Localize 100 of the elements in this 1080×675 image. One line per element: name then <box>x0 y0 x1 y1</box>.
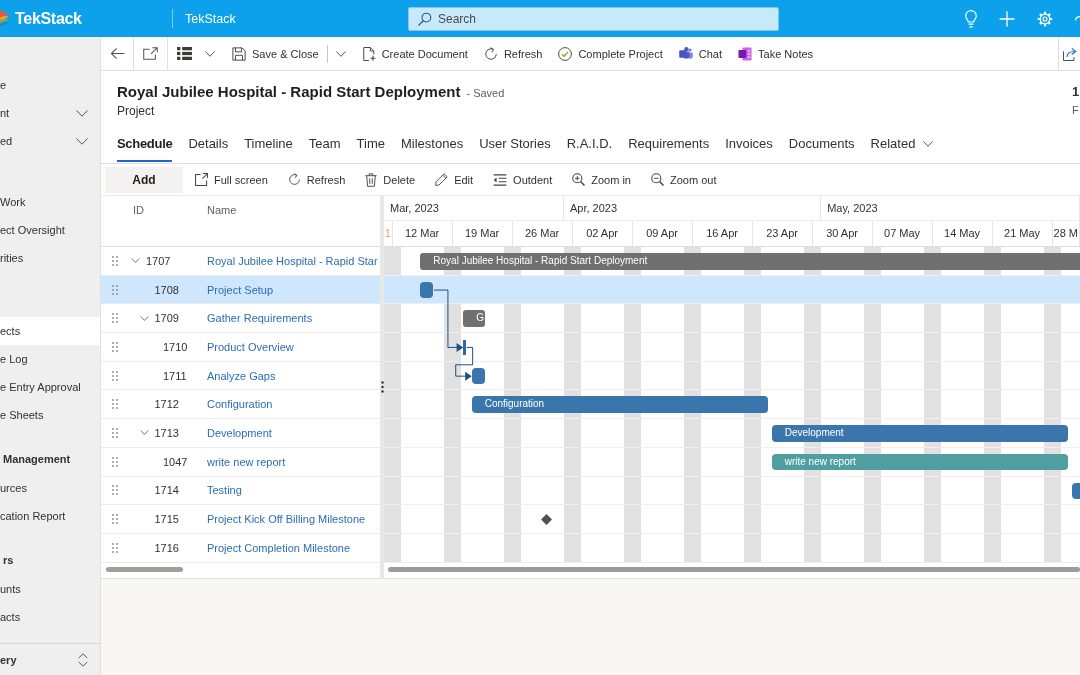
task-bar[interactable] <box>420 281 434 299</box>
nav-item[interactable]: ects <box>0 317 100 345</box>
refresh-button[interactable]: Refresh <box>475 37 551 70</box>
tab[interactable]: R.A.I.D. <box>566 125 613 162</box>
nav-item[interactable]: urces <box>0 474 100 502</box>
scrollbar-thumb[interactable] <box>106 566 183 572</box>
nav-item[interactable]: ed <box>0 127 100 155</box>
chevron-down-icon[interactable] <box>139 315 149 321</box>
zero-duration-bar[interactable] <box>463 339 467 356</box>
nav-item[interactable]: unts <box>0 575 100 603</box>
task-row[interactable]: 1707 Royal Jubilee Hospital - Rapid Star <box>101 247 380 276</box>
task-row[interactable]: 1715 Project Kick Off Billing Milestone <box>101 505 380 534</box>
complete-project-button[interactable]: Complete Project <box>550 37 671 70</box>
task-bar[interactable] <box>471 367 485 385</box>
search-field[interactable]: Search <box>408 6 779 31</box>
task-row[interactable]: 1713 Development <box>101 419 380 448</box>
task-row[interactable]: 1708 Project Setup <box>101 275 380 305</box>
related-menu-tab[interactable]: Related <box>870 125 934 162</box>
task-name-link[interactable]: write new report <box>207 455 286 468</box>
chevron-down-icon[interactable] <box>131 258 140 264</box>
task-name-link[interactable]: Development <box>207 426 272 439</box>
zoom-out-button[interactable]: Zoom out <box>651 173 717 186</box>
timeline-row[interactable]: Royal Jubilee Hospital - Rapid Start Deployment <box>384 247 1080 276</box>
tab[interactable]: Milestones <box>401 125 464 162</box>
settings-icon[interactable] <box>1037 10 1053 27</box>
lightbulb-icon[interactable] <box>965 9 977 28</box>
full-screen-button[interactable]: Full screen <box>195 173 268 186</box>
column-header[interactable]: Name <box>207 203 237 217</box>
tab[interactable]: Requirements <box>628 125 710 162</box>
task-name-link[interactable]: Project Kick Off Billing Milestone <box>207 513 366 526</box>
column-header[interactable]: ID <box>133 203 207 217</box>
tab[interactable]: Timeline <box>244 125 293 162</box>
area-switcher-button[interactable]: ery <box>0 644 100 675</box>
task-row[interactable]: 1716 Project Completion Milestone <box>101 533 380 563</box>
milestone-diamond-icon[interactable] <box>541 514 553 526</box>
share-button[interactable] <box>1058 37 1080 70</box>
create-document-button[interactable]: Create Document <box>353 37 476 70</box>
tab[interactable]: Schedule <box>117 125 173 162</box>
outdent-button[interactable]: Outdent <box>493 173 553 186</box>
task-row[interactable]: 1712 Configuration <box>101 390 380 420</box>
plus-icon[interactable] <box>999 10 1015 27</box>
nav-item[interactable]: cation Report <box>0 502 100 530</box>
save-close-button[interactable]: Save & Close <box>224 37 327 70</box>
drag-handle-icon[interactable] <box>112 284 118 295</box>
task-name-link[interactable]: Project Setup <box>207 283 274 296</box>
drag-handle-icon[interactable] <box>112 427 118 438</box>
delete-button[interactable]: Delete <box>365 172 416 187</box>
task-row[interactable]: 1711 Analyze Gaps <box>101 361 380 391</box>
tab[interactable]: User Stories <box>479 125 551 162</box>
chat-button[interactable]: Chat <box>670 37 731 70</box>
task-name-link[interactable]: Product Overview <box>207 340 294 353</box>
timeline-row[interactable]: Development <box>384 419 1080 448</box>
nav-item[interactable]: Work <box>0 188 100 216</box>
drag-handle-icon[interactable] <box>112 341 118 352</box>
task-row[interactable]: 1047 write new report <box>101 447 380 477</box>
nav-item[interactable]: e Sheets <box>0 401 100 429</box>
task-name-link[interactable]: Testing <box>207 484 242 497</box>
task-name-link[interactable]: Gather Requirements <box>207 312 313 325</box>
nav-item[interactable]: e Log <box>0 345 100 373</box>
drag-handle-icon[interactable] <box>112 370 118 381</box>
task-bar[interactable]: Development <box>771 425 1068 442</box>
take-notes-button[interactable]: Take Notes <box>730 37 822 70</box>
nav-item[interactable]: e <box>0 71 100 99</box>
nav-item[interactable]: e Entry Approval <box>0 373 100 401</box>
tab[interactable]: Team <box>308 125 341 162</box>
drag-handle-icon[interactable] <box>112 399 118 410</box>
task-bar[interactable]: Configuration <box>471 396 768 413</box>
task-name-link[interactable]: Analyze Gaps <box>207 369 276 382</box>
add-button[interactable]: Add <box>105 166 183 193</box>
nav-item[interactable]: ect Oversight <box>0 216 100 244</box>
task-name-link[interactable]: Royal Jubilee Hospital - Rapid Star <box>207 254 378 267</box>
timeline-row[interactable]: G <box>384 304 1080 334</box>
task-row[interactable]: 1710 Product Overview <box>101 333 380 362</box>
zoom-in-button[interactable]: Zoom in <box>572 173 631 186</box>
drag-handle-icon[interactable] <box>112 514 118 525</box>
summary-bar[interactable]: Royal Jubilee Hospital - Rapid Start Deployment <box>420 253 1080 270</box>
drag-handle-icon[interactable] <box>112 313 118 324</box>
edit-button[interactable]: Edit <box>435 173 474 186</box>
nav-item[interactable]: acts <box>0 603 100 631</box>
task-row[interactable]: 1714 Testing <box>101 476 380 506</box>
drag-handle-icon[interactable] <box>112 456 118 467</box>
nav-item[interactable]: nt <box>0 99 100 127</box>
tab[interactable]: Details <box>188 125 229 162</box>
tab[interactable]: Invoices <box>725 125 773 162</box>
drag-handle-icon[interactable] <box>112 485 118 496</box>
chevron-down-icon[interactable] <box>139 430 149 436</box>
summary-bar[interactable]: G <box>463 310 485 327</box>
drag-handle-icon[interactable] <box>112 542 118 553</box>
timeline-row[interactable]: Configuration <box>384 390 1080 420</box>
nav-item[interactable]: rities <box>0 244 100 272</box>
scrollbar-thumb[interactable] <box>388 566 1080 572</box>
tab[interactable]: Documents <box>788 125 855 162</box>
drag-handle-icon[interactable] <box>112 255 118 266</box>
help-icon[interactable] <box>1075 16 1080 21</box>
task-name-link[interactable]: Configuration <box>207 398 273 411</box>
tab[interactable]: Time <box>356 125 385 162</box>
task-bar[interactable] <box>1071 482 1080 499</box>
task-name-link[interactable]: Project Completion Milestone <box>207 541 351 554</box>
task-row[interactable]: 1709 Gather Requirements <box>101 304 380 334</box>
refresh-button[interactable]: Refresh <box>287 173 346 186</box>
